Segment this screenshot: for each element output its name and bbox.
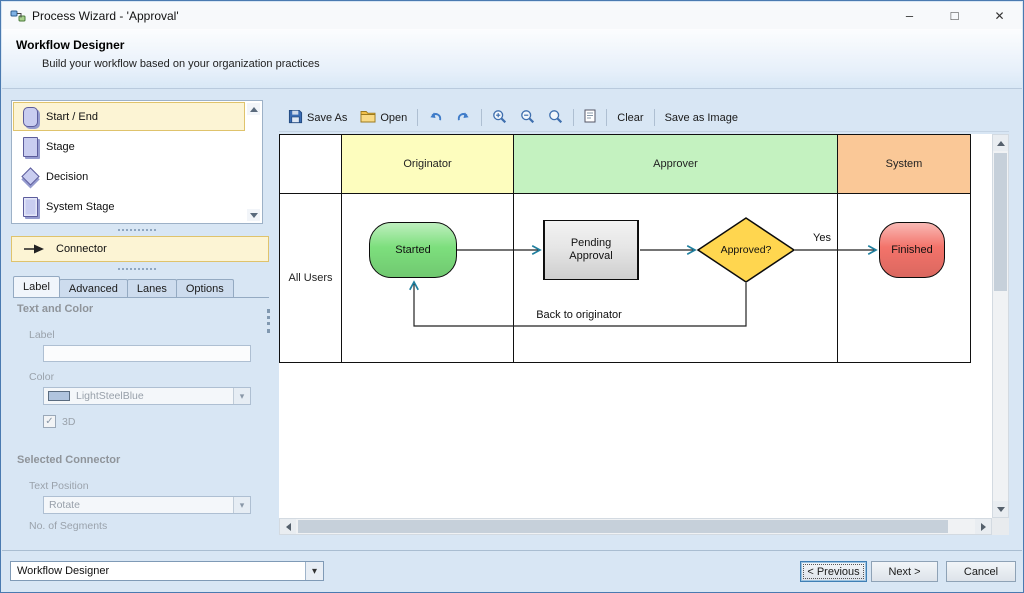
zoom-in-button[interactable] (489, 107, 510, 129)
decision-shape-icon (14, 170, 46, 183)
segments-caption: No. of Segments (29, 520, 107, 532)
process-wizard-window: Process Wizard - 'Approval' – □ ✕ Workfl… (0, 0, 1024, 593)
toolbar-separator (654, 109, 655, 126)
floppy-disk-icon (288, 109, 303, 127)
page-preview-icon (584, 109, 596, 126)
cancel-button[interactable]: Cancel (946, 561, 1016, 582)
redo-icon (456, 110, 471, 126)
scroll-right-icon[interactable] (975, 519, 991, 534)
zoom-out-icon (520, 109, 535, 127)
node-started[interactable]: Started (369, 222, 457, 278)
undo-button[interactable] (425, 108, 446, 128)
system-stage-shape-icon (14, 197, 46, 217)
magnifier-icon (548, 109, 563, 127)
page-subtitle: Build your workflow based on your organi… (42, 58, 320, 70)
page-title: Workflow Designer (16, 38, 124, 52)
node-decision-label: Approved? (698, 244, 794, 256)
palette-item-decision[interactable]: Decision (13, 162, 245, 191)
scrollbar-corner (992, 518, 1009, 535)
label-field-caption: Label (29, 329, 55, 341)
palette-item-system-stage[interactable]: System Stage (13, 192, 245, 221)
scroll-left-icon[interactable] (280, 519, 296, 534)
section-selected-connector: Selected Connector (17, 454, 120, 466)
palette-item-connector[interactable]: Connector (11, 236, 269, 262)
previous-button[interactable]: < Previous (800, 561, 867, 582)
vertical-scrollbar (992, 134, 1009, 518)
toolbar-separator (573, 109, 574, 126)
connector-separator (118, 268, 156, 270)
lane-header-system[interactable]: System (838, 135, 970, 193)
edge-label-yes: Yes (813, 232, 831, 244)
color-dropdown[interactable]: LightSteelBlue (43, 387, 251, 405)
node-finished[interactable]: Finished (879, 222, 945, 278)
lane-body-system (838, 194, 970, 362)
horizontal-scroll-thumb[interactable] (298, 520, 948, 533)
color-field-caption: Color (29, 371, 54, 383)
wizard-header: Workflow Designer Build your workflow ba… (2, 29, 1022, 89)
footer-bar: Workflow Designer < Previous Next > Canc… (2, 550, 1022, 591)
zoom-out-button[interactable] (517, 107, 538, 129)
connector-arrow-icon (12, 243, 56, 255)
swimlane-corner-cell (280, 135, 342, 193)
toolbar-separator (481, 109, 482, 126)
toolbar-separator (606, 109, 607, 126)
palette-scroll-down-icon[interactable] (247, 209, 260, 221)
next-button[interactable]: Next > (871, 561, 938, 582)
chevron-down-icon (233, 497, 250, 513)
scroll-up-icon[interactable] (993, 135, 1008, 151)
lane-header-approver[interactable]: Approver (514, 135, 838, 193)
property-tabs: Label Advanced Lanes Options (13, 277, 269, 298)
zoom-reset-button[interactable] (545, 107, 566, 129)
horizontal-scrollbar (279, 518, 992, 535)
scroll-down-icon[interactable] (993, 501, 1008, 517)
label-input[interactable] (43, 345, 251, 362)
color-swatch (48, 391, 70, 401)
app-icon (10, 8, 26, 24)
undo-icon (428, 110, 443, 126)
titlebar: Process Wizard - 'Approval' – □ ✕ (2, 2, 1022, 29)
3d-checkbox[interactable] (43, 415, 56, 428)
open-button[interactable]: Open (357, 108, 410, 128)
canvas-toolbar: Save As Open (279, 104, 1009, 132)
palette-separator (118, 229, 156, 231)
3d-checkbox-row: 3D (43, 415, 75, 428)
diagram-canvas[interactable]: Originator Approver System All Users (279, 134, 992, 518)
stage-shape-icon (14, 137, 46, 157)
tab-options[interactable]: Options (176, 279, 234, 297)
shape-palette: Start / End Stage Decision System Stage (11, 100, 263, 224)
text-position-dropdown[interactable]: Rotate (43, 496, 251, 514)
save-as-button[interactable]: Save As (285, 107, 350, 129)
chevron-down-icon (305, 562, 323, 580)
vertical-scroll-thumb[interactable] (994, 153, 1007, 291)
edge-label-back-to-originator: Back to originator (529, 309, 629, 321)
redo-button[interactable] (453, 108, 474, 128)
palette-scroll-up-icon[interactable] (247, 103, 260, 115)
folder-icon (360, 110, 376, 126)
toolbar-separator (417, 109, 418, 126)
maximize-button[interactable]: □ (932, 2, 977, 29)
zoom-in-icon (492, 109, 507, 127)
print-preview-button[interactable] (581, 107, 599, 128)
chevron-down-icon (233, 388, 250, 404)
panel-splitter[interactable] (267, 309, 270, 333)
lane-body-originator (342, 194, 514, 362)
section-text-and-color: Text and Color (17, 303, 93, 315)
row-label-all-users[interactable]: All Users (280, 194, 342, 362)
close-button[interactable]: ✕ (977, 2, 1022, 29)
tab-lanes[interactable]: Lanes (127, 279, 177, 297)
tab-advanced[interactable]: Advanced (59, 279, 128, 297)
start-end-shape-icon (14, 107, 46, 127)
palette-item-start-end[interactable]: Start / End (13, 102, 245, 131)
view-selector-dropdown[interactable]: Workflow Designer (10, 561, 324, 581)
tab-label[interactable]: Label (13, 276, 60, 297)
save-as-image-button[interactable]: Save as Image (662, 110, 741, 126)
node-pending-approval[interactable]: Pending Approval (543, 220, 639, 280)
minimize-button[interactable]: – (887, 2, 932, 29)
clear-button[interactable]: Clear (614, 110, 646, 126)
window-title: Process Wizard - 'Approval' (32, 9, 179, 23)
palette-item-stage[interactable]: Stage (13, 132, 245, 161)
lane-header-originator[interactable]: Originator (342, 135, 514, 193)
text-position-caption: Text Position (29, 480, 89, 492)
